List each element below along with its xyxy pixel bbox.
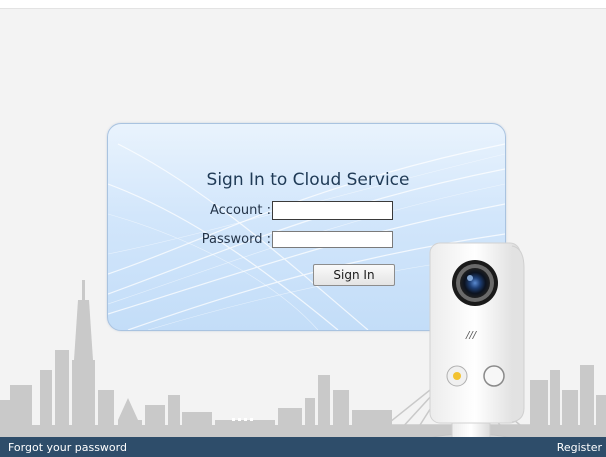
top-border [0, 0, 606, 9]
forgot-password-link[interactable]: Forgot your password [8, 441, 127, 454]
account-input[interactable] [272, 201, 393, 220]
password-input[interactable] [272, 231, 393, 248]
register-link[interactable]: Register [557, 441, 602, 454]
svg-text:///: /// [465, 330, 478, 341]
footer-bar: Forgot your password Register [0, 437, 606, 457]
sign-in-button[interactable]: Sign In [313, 264, 395, 286]
account-label: Account : [209, 203, 271, 218]
cloud-camera-icon: /// [425, 242, 525, 449]
password-label: Password : [201, 232, 271, 247]
page-title: Sign In to Cloud Service [206, 170, 410, 190]
